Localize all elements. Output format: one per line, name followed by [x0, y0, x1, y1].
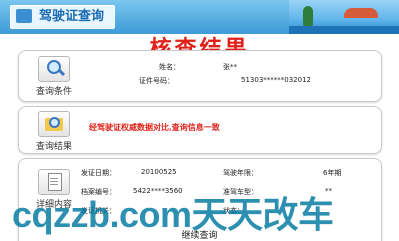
app-header: 驾驶证查询	[0, 0, 399, 34]
query-conditions-button[interactable]: 查询条件	[31, 56, 77, 97]
query-result-label: 查询结果	[35, 142, 72, 152]
name-value: 张**	[223, 63, 237, 71]
query-conditions-label: 查询条件	[35, 87, 72, 97]
id-number-label: 证件号码：	[139, 77, 174, 85]
valid-years-value: 6年期	[323, 169, 342, 177]
valid-years-label: 驾驶年限：	[223, 169, 258, 177]
query-conditions-panel: 查询条件 姓名： 张** 证件号码： 51303******032012	[18, 50, 382, 102]
header-banner-image	[289, 0, 399, 34]
result-message: 经驾驶证权威数据对比,查询信息一致	[89, 122, 220, 132]
watermark-text: cqzzb.com天天改车	[12, 194, 334, 235]
header-title-text: 驾驶证查询	[39, 9, 105, 24]
header-title-tab[interactable]: 驾驶证查询	[10, 5, 116, 29]
id-card-icon	[16, 9, 32, 23]
search-icon	[38, 56, 70, 82]
id-number-value: 51303******032012	[241, 76, 311, 84]
issue-date-label: 发证日期：	[81, 169, 116, 177]
query-result-panel: 查询结果 经驾驶证权威数据对比,查询信息一致	[18, 106, 382, 154]
issue-date-value: 20100525	[141, 168, 177, 176]
tree-shape	[303, 6, 313, 26]
house-shape	[344, 8, 378, 18]
name-label: 姓名：	[159, 63, 180, 71]
query-result-button[interactable]: 查询结果	[31, 111, 77, 152]
folder-search-icon	[38, 111, 70, 137]
